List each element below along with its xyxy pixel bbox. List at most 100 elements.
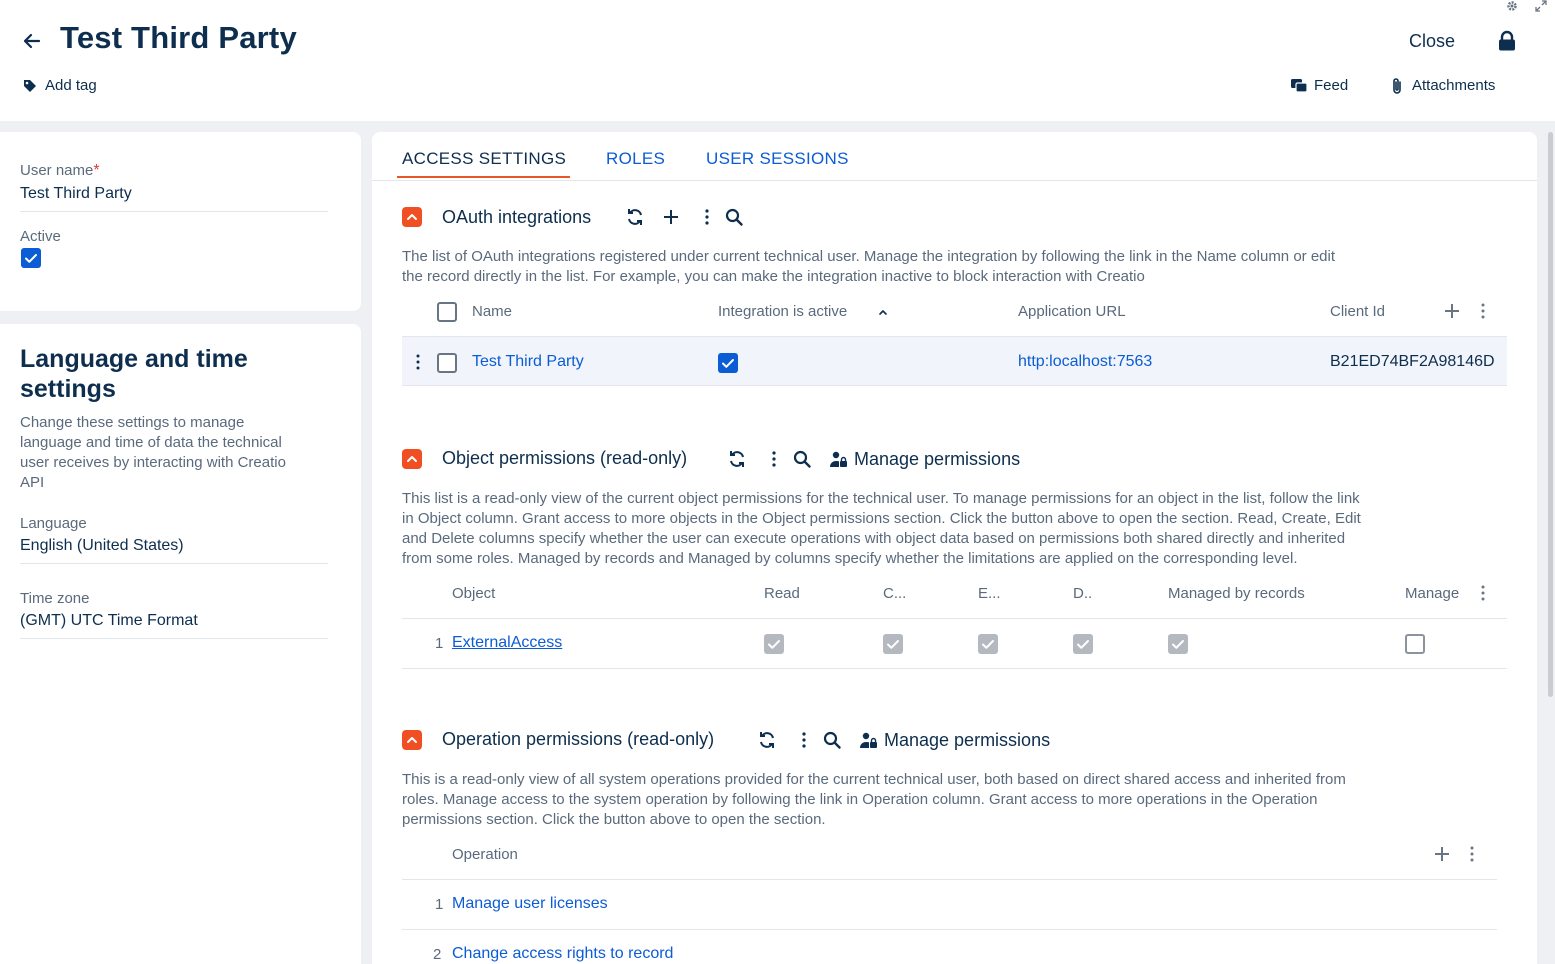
object-manage-permissions-button[interactable]: Manage permissions	[854, 449, 1020, 470]
check-icon	[768, 640, 780, 649]
divider	[20, 638, 328, 639]
managed-by-columns-checkbox	[1405, 634, 1425, 654]
row-select-checkbox[interactable]	[437, 353, 457, 373]
user-lock-icon[interactable]	[829, 450, 849, 470]
column-application-url[interactable]: Application URL	[1018, 303, 1126, 320]
add-icon[interactable]	[661, 207, 681, 227]
divider	[20, 563, 328, 564]
operation-link[interactable]: Manage user licenses	[452, 895, 608, 913]
operation-perm-collapse-button[interactable]	[402, 730, 422, 750]
tab-user-sessions[interactable]: USER SESSIONS	[706, 149, 849, 169]
check-icon	[722, 359, 734, 368]
oauth-collapse-button[interactable]	[402, 207, 422, 227]
operation-perm-title: Operation permissions (read-only)	[442, 729, 715, 749]
column-integration-active[interactable]: Integration is active	[718, 303, 847, 320]
add-tag-button[interactable]: Add tag	[45, 77, 97, 94]
edit-checkbox	[978, 634, 998, 654]
column-managed-by-columns[interactable]: Manage	[1405, 585, 1459, 602]
more-vertical-icon[interactable]	[697, 207, 717, 227]
refresh-icon[interactable]	[757, 730, 777, 750]
lock-icon[interactable]	[1497, 30, 1517, 52]
delete-checkbox	[1073, 634, 1093, 654]
expand-icon[interactable]	[1535, 0, 1547, 12]
read-checkbox	[764, 634, 784, 654]
tab-access-settings[interactable]: ACCESS SETTINGS	[402, 149, 566, 169]
required-marker: *	[93, 162, 100, 179]
row-menu-icon[interactable]	[410, 352, 426, 372]
integration-active-checkbox[interactable]	[718, 353, 738, 373]
active-checkbox[interactable]	[21, 248, 41, 268]
column-create[interactable]: C...	[883, 585, 906, 602]
refresh-icon[interactable]	[625, 207, 645, 227]
column-edit[interactable]: E...	[978, 585, 1001, 602]
search-icon[interactable]	[724, 207, 744, 227]
column-delete[interactable]: D..	[1073, 585, 1092, 602]
chevron-up-icon	[407, 456, 417, 462]
add-column-icon[interactable]	[1432, 844, 1452, 864]
object-perm-title: Object permissions (read-only)	[442, 448, 688, 468]
check-icon	[25, 254, 37, 263]
attachments-button[interactable]: Attachments	[1412, 77, 1495, 94]
paperclip-icon[interactable]	[1390, 77, 1404, 95]
operation-perm-description: This is a read-only view of all system o…	[402, 771, 1346, 828]
add-column-icon[interactable]	[1442, 301, 1462, 321]
application-url-link[interactable]: http:localhost:7563	[1018, 353, 1152, 371]
column-read[interactable]: Read	[764, 585, 800, 602]
user-lock-icon[interactable]	[859, 731, 879, 751]
column-client-id[interactable]: Client Id	[1330, 303, 1385, 320]
divider	[20, 211, 328, 212]
back-arrow-icon[interactable]	[20, 30, 42, 52]
search-icon[interactable]	[822, 730, 842, 750]
column-name[interactable]: Name	[472, 303, 512, 320]
user-name-label: User name*	[20, 162, 100, 179]
language-field[interactable]: English (United States)	[20, 537, 184, 555]
table-divider	[402, 385, 1507, 386]
close-button[interactable]: Close	[1409, 31, 1455, 52]
language-label: Language	[20, 515, 87, 532]
timezone-field[interactable]: (GMT) UTC Time Format	[20, 612, 198, 630]
page-title: Test Third Party	[60, 20, 297, 55]
tabs-divider	[372, 180, 1537, 181]
search-icon[interactable]	[792, 449, 812, 469]
more-vertical-icon[interactable]	[764, 449, 784, 469]
operation-manage-permissions-button[interactable]: Manage permissions	[884, 730, 1050, 751]
table-divider	[402, 929, 1497, 930]
gear-icon[interactable]	[1506, 0, 1518, 12]
sort-ascending-icon[interactable]	[877, 306, 889, 318]
check-icon	[982, 640, 994, 649]
object-perm-description: This list is a read-only view of the cur…	[402, 490, 1361, 567]
column-object[interactable]: Object	[452, 585, 495, 602]
refresh-icon[interactable]	[727, 449, 747, 469]
tag-icon[interactable]	[22, 78, 38, 94]
column-operation[interactable]: Operation	[452, 846, 518, 863]
table-divider	[402, 668, 1507, 669]
more-vertical-icon[interactable]	[1473, 301, 1493, 321]
object-link[interactable]: ExternalAccess	[452, 634, 562, 652]
select-all-checkbox[interactable]	[437, 302, 457, 322]
language-settings-card: Language and time settings Change these …	[0, 324, 361, 964]
user-name-field[interactable]: Test Third Party	[20, 185, 132, 203]
client-id-value: B21ED74BF2A98146D	[1330, 353, 1495, 370]
feed-button[interactable]: Feed	[1314, 77, 1348, 94]
managed-by-records-checkbox	[1168, 634, 1188, 654]
chevron-up-icon	[407, 737, 417, 743]
table-divider	[402, 879, 1497, 880]
feed-icon[interactable]	[1290, 78, 1308, 94]
oauth-title: OAuth integrations	[442, 207, 592, 227]
integration-name-link[interactable]: Test Third Party	[472, 353, 584, 371]
active-tab-indicator	[397, 176, 570, 178]
timezone-label: Time zone	[20, 590, 90, 607]
column-managed-by-records[interactable]: Managed by records	[1168, 585, 1305, 602]
user-card: User name* Test Third Party Active	[0, 132, 361, 311]
tab-roles[interactable]: ROLES	[606, 149, 665, 169]
language-section-title: Language and time settings	[20, 345, 248, 403]
page-scrollbar[interactable]	[1548, 132, 1553, 697]
check-icon	[1077, 640, 1089, 649]
operation-link[interactable]: Change access rights to record	[452, 945, 673, 963]
table-divider	[402, 618, 1507, 619]
more-vertical-icon[interactable]	[1473, 583, 1493, 603]
more-vertical-icon[interactable]	[794, 730, 814, 750]
row-number: 1	[435, 635, 444, 652]
more-vertical-icon[interactable]	[1462, 844, 1482, 864]
object-perm-collapse-button[interactable]	[402, 449, 422, 469]
